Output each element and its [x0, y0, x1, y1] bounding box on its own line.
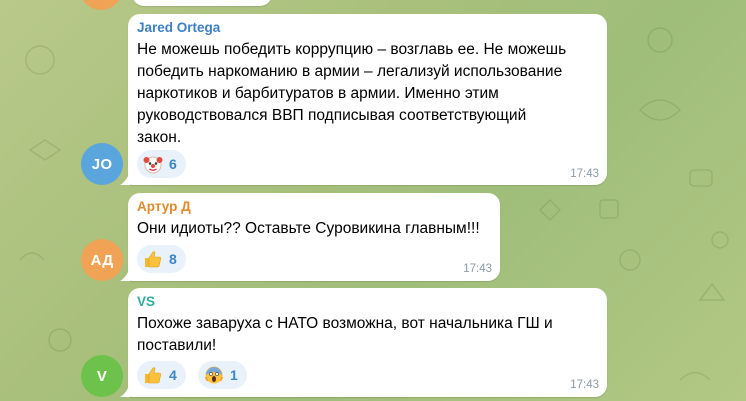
- message-bubble[interactable]: Jared Ortega Не можешь победить коррупци…: [120, 14, 607, 185]
- bubble-tail: [120, 383, 130, 397]
- avatar-artur-d[interactable]: АД: [81, 239, 123, 281]
- message-time: 17:43: [463, 263, 492, 275]
- message-bubble[interactable]: VS Похоже заваруха с НАТО возможна, вот …: [120, 288, 607, 397]
- reaction-chip[interactable]: 1: [198, 361, 247, 389]
- avatar-vs[interactable]: V: [81, 355, 123, 397]
- reaction-chip[interactable]: 8: [137, 245, 186, 273]
- clown-face-icon: [143, 156, 163, 174]
- sender-name[interactable]: VS: [137, 294, 155, 309]
- reaction-count: 4: [169, 367, 177, 383]
- message-time: 17:43: [570, 168, 599, 180]
- reaction-count: 8: [169, 251, 177, 267]
- sender-name[interactable]: Jared Ortega: [137, 20, 220, 35]
- message-text: Они идиоты?? Оставьте Суровикина главным…: [137, 220, 480, 237]
- message-bubble[interactable]: Артур Д Они идиоты?? Оставьте Суровикина…: [120, 193, 500, 281]
- message-text: Не можешь победить коррупцию – возглавь …: [137, 41, 567, 146]
- sender-name[interactable]: Артур Д: [137, 199, 191, 214]
- reaction-count: 1: [230, 367, 238, 383]
- avatar-partial[interactable]: [80, 0, 122, 10]
- bubble-tail: [120, 171, 130, 185]
- reaction-count: 6: [169, 156, 177, 172]
- message-time: 17:43: [570, 379, 599, 391]
- reaction-chip[interactable]: 6: [137, 150, 186, 178]
- screaming-face-icon: [204, 366, 224, 384]
- avatar-jared-ortega[interactable]: JO: [81, 143, 123, 185]
- thumbs-up-icon: [145, 251, 161, 268]
- thumbs-up-icon: [145, 367, 161, 384]
- bubble-tail: [120, 267, 130, 281]
- message-bubble-partial: [132, 0, 272, 6]
- reaction-chip[interactable]: 4: [137, 361, 186, 389]
- message-text: Похоже заваруха с НАТО возможна, вот нач…: [137, 315, 553, 354]
